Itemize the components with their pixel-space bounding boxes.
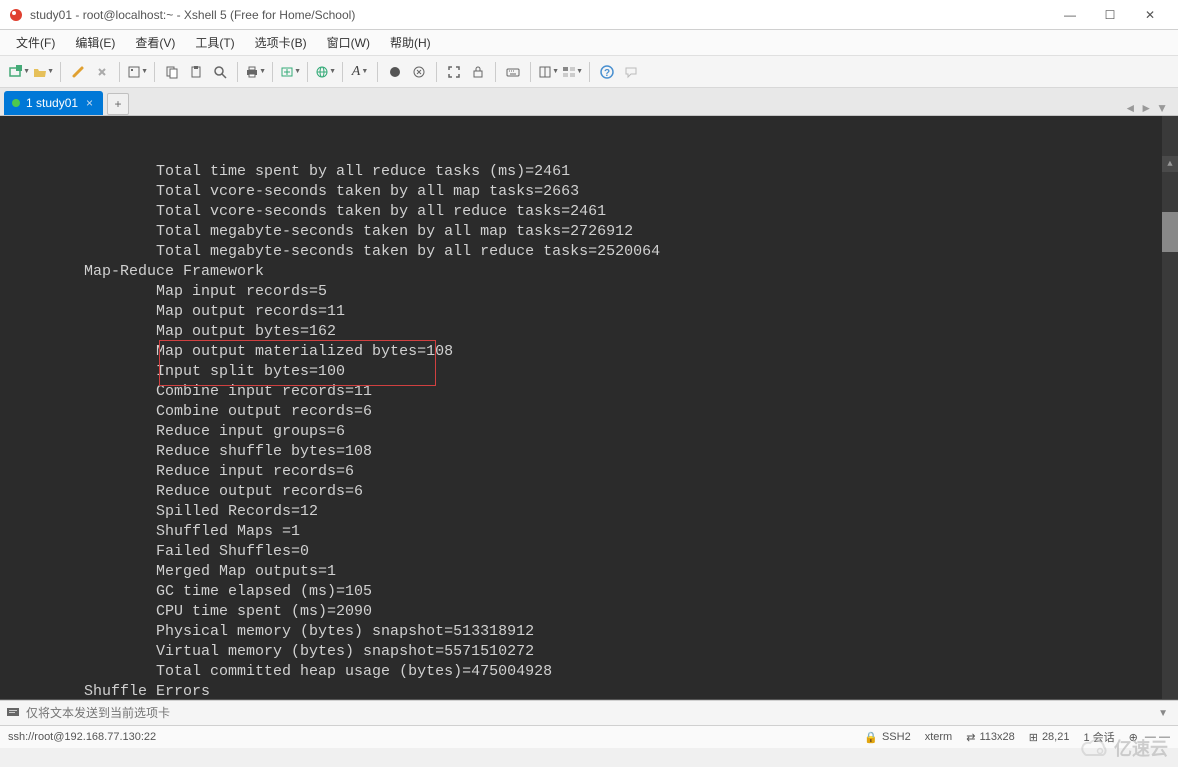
toolbar-separator bbox=[60, 62, 61, 82]
terminal-scrollbar[interactable]: ▲ bbox=[1162, 116, 1178, 699]
close-button[interactable]: ✕ bbox=[1130, 1, 1170, 29]
ruler-icon: ⊞ bbox=[1029, 731, 1038, 744]
scroll-thumb[interactable] bbox=[1162, 212, 1178, 252]
menu-view[interactable]: 查看(V) bbox=[127, 31, 183, 54]
toolbar: ▼ ▼ ▼ ▼ ▼ ▼ A▼ ▼ ▼ ? bbox=[0, 56, 1178, 88]
paste-button[interactable] bbox=[185, 61, 207, 83]
keyboard-button[interactable] bbox=[502, 61, 524, 83]
toolbar-separator bbox=[237, 62, 238, 82]
send-dropdown-icon[interactable]: ▼ bbox=[1154, 708, 1172, 719]
tab-nav-right-icon[interactable]: ► bbox=[1140, 101, 1152, 115]
title-bar: study01 - root@localhost:~ - Xshell 5 (F… bbox=[0, 0, 1178, 30]
status-size: ⇄113x28 bbox=[966, 731, 1015, 744]
toolbar-separator bbox=[589, 62, 590, 82]
tab-nav-menu-icon[interactable]: ▼ bbox=[1156, 101, 1168, 115]
menu-bar: 文件(F) 编辑(E) 查看(V) 工具(T) 选项卡(B) 窗口(W) 帮助(… bbox=[0, 30, 1178, 56]
open-button[interactable]: ▼ bbox=[32, 61, 54, 83]
tab-close-button[interactable]: × bbox=[84, 96, 95, 110]
menu-tabs[interactable]: 选项卡(B) bbox=[247, 31, 315, 54]
lock-button[interactable] bbox=[467, 61, 489, 83]
maximize-button[interactable]: ☐ bbox=[1090, 1, 1130, 29]
status-cursor: ⊞28,21 bbox=[1029, 731, 1070, 744]
status-dot-icon bbox=[12, 99, 20, 107]
tab-add-button[interactable]: + bbox=[107, 93, 129, 115]
print-button[interactable]: ▼ bbox=[244, 61, 266, 83]
status-extra: ⊕ — — bbox=[1129, 731, 1170, 744]
tab-bar: 1 study01 × + ◄ ► ▼ bbox=[0, 88, 1178, 116]
terminal-output: Total time spent by all reduce tasks (ms… bbox=[12, 162, 1166, 700]
font-button[interactable]: A▼ bbox=[349, 61, 371, 83]
session-tab-1[interactable]: 1 study01 × bbox=[4, 91, 103, 115]
send-icon bbox=[6, 705, 20, 722]
send-input[interactable] bbox=[26, 706, 1148, 720]
plus-icon: ⊕ bbox=[1129, 731, 1138, 744]
properties-button[interactable]: ▼ bbox=[126, 61, 148, 83]
color-scheme-button[interactable] bbox=[384, 61, 406, 83]
highlight-annotation bbox=[159, 340, 436, 386]
new-session-button[interactable]: ▼ bbox=[8, 61, 30, 83]
minimize-button[interactable]: — bbox=[1050, 1, 1090, 29]
toolbar-separator bbox=[342, 62, 343, 82]
dim-icon: ⇄ bbox=[966, 731, 975, 744]
scroll-up-icon[interactable]: ▲ bbox=[1162, 156, 1178, 172]
tab-label: 1 study01 bbox=[26, 96, 78, 110]
lock-icon: 🔒 bbox=[864, 731, 878, 744]
fullscreen-button[interactable] bbox=[443, 61, 465, 83]
status-termtype: xterm bbox=[925, 731, 953, 743]
terminal-pane[interactable]: Total time spent by all reduce tasks (ms… bbox=[0, 116, 1178, 700]
window-title: study01 - root@localhost:~ - Xshell 5 (F… bbox=[30, 8, 1050, 22]
chat-button[interactable] bbox=[620, 61, 642, 83]
toolbar-separator bbox=[495, 62, 496, 82]
help-button[interactable]: ? bbox=[596, 61, 618, 83]
reconnect-button[interactable] bbox=[67, 61, 89, 83]
menu-file[interactable]: 文件(F) bbox=[8, 31, 63, 54]
status-sessions: 1 会话 bbox=[1083, 729, 1114, 745]
menu-edit[interactable]: 编辑(E) bbox=[67, 31, 123, 54]
copy-button[interactable] bbox=[161, 61, 183, 83]
menu-help[interactable]: 帮助(H) bbox=[382, 31, 439, 54]
menu-window[interactable]: 窗口(W) bbox=[319, 31, 378, 54]
web-button[interactable]: ▼ bbox=[314, 61, 336, 83]
encoding-button[interactable] bbox=[408, 61, 430, 83]
menu-tools[interactable]: 工具(T) bbox=[187, 31, 242, 54]
layout-button[interactable]: ▼ bbox=[537, 61, 559, 83]
toolbar-separator bbox=[307, 62, 308, 82]
toolbar-separator bbox=[272, 62, 273, 82]
app-icon bbox=[8, 7, 24, 23]
toolbar-separator bbox=[436, 62, 437, 82]
send-bar: ▼ bbox=[0, 700, 1178, 726]
arrange-button[interactable]: ▼ bbox=[561, 61, 583, 83]
toolbar-separator bbox=[154, 62, 155, 82]
status-connection: ssh://root@192.168.77.130:22 bbox=[8, 731, 156, 743]
disconnect-button[interactable] bbox=[91, 61, 113, 83]
svg-text:?: ? bbox=[604, 68, 610, 79]
toolbar-separator bbox=[119, 62, 120, 82]
toolbar-separator bbox=[377, 62, 378, 82]
tab-nav-left-icon[interactable]: ◄ bbox=[1124, 101, 1136, 115]
status-bar: ssh://root@192.168.77.130:22 🔒SSH2 xterm… bbox=[0, 726, 1178, 748]
status-protocol: 🔒SSH2 bbox=[864, 731, 910, 744]
find-button[interactable] bbox=[209, 61, 231, 83]
toolbar-separator bbox=[530, 62, 531, 82]
xftp-button[interactable]: ▼ bbox=[279, 61, 301, 83]
